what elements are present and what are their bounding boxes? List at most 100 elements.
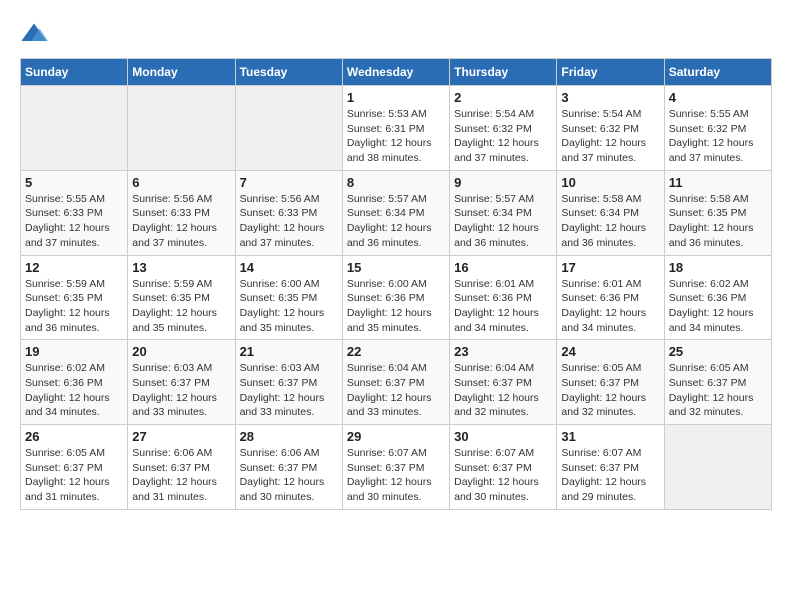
day-info: Sunrise: 6:07 AM Sunset: 6:37 PM Dayligh… xyxy=(454,446,552,505)
calendar-cell: 3 Sunrise: 5:54 AM Sunset: 6:32 PM Daylig… xyxy=(557,86,664,171)
calendar-week-4: 19 Sunrise: 6:02 AM Sunset: 6:36 PM Dayli… xyxy=(21,340,772,425)
day-info: Sunrise: 6:00 AM Sunset: 6:36 PM Dayligh… xyxy=(347,277,445,336)
day-number: 25 xyxy=(669,344,767,359)
day-info: Sunrise: 5:57 AM Sunset: 6:34 PM Dayligh… xyxy=(454,192,552,251)
day-info: Sunrise: 5:59 AM Sunset: 6:35 PM Dayligh… xyxy=(132,277,230,336)
day-number: 22 xyxy=(347,344,445,359)
calendar-cell: 9 Sunrise: 5:57 AM Sunset: 6:34 PM Daylig… xyxy=(450,170,557,255)
day-info: Sunrise: 5:54 AM Sunset: 6:32 PM Dayligh… xyxy=(454,107,552,166)
day-info: Sunrise: 5:53 AM Sunset: 6:31 PM Dayligh… xyxy=(347,107,445,166)
day-info: Sunrise: 5:59 AM Sunset: 6:35 PM Dayligh… xyxy=(25,277,123,336)
weekday-header-row: SundayMondayTuesdayWednesdayThursdayFrid… xyxy=(21,59,772,86)
calendar-cell: 30 Sunrise: 6:07 AM Sunset: 6:37 PM Dayli… xyxy=(450,425,557,510)
calendar-cell: 23 Sunrise: 6:04 AM Sunset: 6:37 PM Dayli… xyxy=(450,340,557,425)
day-info: Sunrise: 5:54 AM Sunset: 6:32 PM Dayligh… xyxy=(561,107,659,166)
day-number: 15 xyxy=(347,260,445,275)
day-number: 8 xyxy=(347,175,445,190)
calendar-cell xyxy=(235,86,342,171)
day-number: 26 xyxy=(25,429,123,444)
calendar-cell xyxy=(664,425,771,510)
weekday-header-tuesday: Tuesday xyxy=(235,59,342,86)
day-number: 5 xyxy=(25,175,123,190)
day-info: Sunrise: 5:56 AM Sunset: 6:33 PM Dayligh… xyxy=(240,192,338,251)
day-number: 6 xyxy=(132,175,230,190)
calendar-cell: 18 Sunrise: 6:02 AM Sunset: 6:36 PM Dayli… xyxy=(664,255,771,340)
day-info: Sunrise: 6:04 AM Sunset: 6:37 PM Dayligh… xyxy=(454,361,552,420)
calendar-cell: 29Sunrise: 6:07 AM Sunset: 6:37 PM Dayli… xyxy=(342,425,449,510)
day-number: 17 xyxy=(561,260,659,275)
day-number: 10 xyxy=(561,175,659,190)
calendar-cell xyxy=(128,86,235,171)
calendar-cell: 8Sunrise: 5:57 AM Sunset: 6:34 PM Daylig… xyxy=(342,170,449,255)
day-number: 2 xyxy=(454,90,552,105)
day-info: Sunrise: 6:06 AM Sunset: 6:37 PM Dayligh… xyxy=(240,446,338,505)
calendar-week-1: 1 Sunrise: 5:53 AM Sunset: 6:31 PM Daylig… xyxy=(21,86,772,171)
day-info: Sunrise: 6:05 AM Sunset: 6:37 PM Dayligh… xyxy=(561,361,659,420)
day-info: Sunrise: 6:07 AM Sunset: 6:37 PM Dayligh… xyxy=(561,446,659,505)
calendar-cell: 31 Sunrise: 6:07 AM Sunset: 6:37 PM Dayli… xyxy=(557,425,664,510)
weekday-header-thursday: Thursday xyxy=(450,59,557,86)
day-info: Sunrise: 6:03 AM Sunset: 6:37 PM Dayligh… xyxy=(132,361,230,420)
day-number: 9 xyxy=(454,175,552,190)
calendar-cell: 14Sunrise: 6:00 AM Sunset: 6:35 PM Dayli… xyxy=(235,255,342,340)
day-info: Sunrise: 6:05 AM Sunset: 6:37 PM Dayligh… xyxy=(25,446,123,505)
calendar-week-2: 5 Sunrise: 5:55 AM Sunset: 6:33 PM Daylig… xyxy=(21,170,772,255)
day-info: Sunrise: 5:55 AM Sunset: 6:32 PM Dayligh… xyxy=(669,107,767,166)
day-number: 13 xyxy=(132,260,230,275)
day-number: 27 xyxy=(132,429,230,444)
day-info: Sunrise: 6:00 AM Sunset: 6:35 PM Dayligh… xyxy=(240,277,338,336)
calendar-cell: 11 Sunrise: 5:58 AM Sunset: 6:35 PM Dayli… xyxy=(664,170,771,255)
calendar-cell: 24 Sunrise: 6:05 AM Sunset: 6:37 PM Dayli… xyxy=(557,340,664,425)
day-number: 21 xyxy=(240,344,338,359)
calendar-cell: 6 Sunrise: 5:56 AM Sunset: 6:33 PM Daylig… xyxy=(128,170,235,255)
day-info: Sunrise: 5:55 AM Sunset: 6:33 PM Dayligh… xyxy=(25,192,123,251)
day-number: 28 xyxy=(240,429,338,444)
day-info: Sunrise: 6:04 AM Sunset: 6:37 PM Dayligh… xyxy=(347,361,445,420)
calendar-cell xyxy=(21,86,128,171)
calendar-cell: 17Sunrise: 6:01 AM Sunset: 6:36 PM Dayli… xyxy=(557,255,664,340)
calendar-cell: 19 Sunrise: 6:02 AM Sunset: 6:36 PM Dayli… xyxy=(21,340,128,425)
day-info: Sunrise: 6:01 AM Sunset: 6:36 PM Dayligh… xyxy=(454,277,552,336)
page-header xyxy=(20,20,772,48)
weekday-header-monday: Monday xyxy=(128,59,235,86)
day-info: Sunrise: 6:02 AM Sunset: 6:36 PM Dayligh… xyxy=(25,361,123,420)
day-info: Sunrise: 5:58 AM Sunset: 6:35 PM Dayligh… xyxy=(669,192,767,251)
day-info: Sunrise: 5:58 AM Sunset: 6:34 PM Dayligh… xyxy=(561,192,659,251)
calendar-cell: 2 Sunrise: 5:54 AM Sunset: 6:32 PM Daylig… xyxy=(450,86,557,171)
weekday-header-saturday: Saturday xyxy=(664,59,771,86)
day-info: Sunrise: 6:03 AM Sunset: 6:37 PM Dayligh… xyxy=(240,361,338,420)
logo-icon xyxy=(20,20,48,48)
day-number: 4 xyxy=(669,90,767,105)
day-info: Sunrise: 6:02 AM Sunset: 6:36 PM Dayligh… xyxy=(669,277,767,336)
calendar-cell: 13 Sunrise: 5:59 AM Sunset: 6:35 PM Dayli… xyxy=(128,255,235,340)
day-info: Sunrise: 6:06 AM Sunset: 6:37 PM Dayligh… xyxy=(132,446,230,505)
calendar-cell: 26 Sunrise: 6:05 AM Sunset: 6:37 PM Dayli… xyxy=(21,425,128,510)
calendar-table: SundayMondayTuesdayWednesdayThursdayFrid… xyxy=(20,58,772,510)
calendar-cell: 16 Sunrise: 6:01 AM Sunset: 6:36 PM Dayli… xyxy=(450,255,557,340)
day-number: 23 xyxy=(454,344,552,359)
calendar-cell: 10 Sunrise: 5:58 AM Sunset: 6:34 PM Dayli… xyxy=(557,170,664,255)
day-number: 12 xyxy=(25,260,123,275)
calendar-cell: 5 Sunrise: 5:55 AM Sunset: 6:33 PM Daylig… xyxy=(21,170,128,255)
day-number: 24 xyxy=(561,344,659,359)
logo xyxy=(20,20,52,48)
day-info: Sunrise: 6:05 AM Sunset: 6:37 PM Dayligh… xyxy=(669,361,767,420)
day-number: 31 xyxy=(561,429,659,444)
calendar-cell: 15 Sunrise: 6:00 AM Sunset: 6:36 PM Dayli… xyxy=(342,255,449,340)
day-number: 11 xyxy=(669,175,767,190)
weekday-header-friday: Friday xyxy=(557,59,664,86)
calendar-cell: 22 Sunrise: 6:04 AM Sunset: 6:37 PM Dayli… xyxy=(342,340,449,425)
calendar-cell: 27 Sunrise: 6:06 AM Sunset: 6:37 PM Dayli… xyxy=(128,425,235,510)
day-number: 3 xyxy=(561,90,659,105)
day-number: 29 xyxy=(347,429,445,444)
calendar-cell: 25 Sunrise: 6:05 AM Sunset: 6:37 PM Dayli… xyxy=(664,340,771,425)
calendar-week-5: 26 Sunrise: 6:05 AM Sunset: 6:37 PM Dayli… xyxy=(21,425,772,510)
day-number: 19 xyxy=(25,344,123,359)
calendar-cell: 21 Sunrise: 6:03 AM Sunset: 6:37 PM Dayli… xyxy=(235,340,342,425)
day-info: Sunrise: 5:56 AM Sunset: 6:33 PM Dayligh… xyxy=(132,192,230,251)
day-number: 30 xyxy=(454,429,552,444)
day-number: 16 xyxy=(454,260,552,275)
day-number: 7 xyxy=(240,175,338,190)
day-number: 18 xyxy=(669,260,767,275)
day-number: 1 xyxy=(347,90,445,105)
